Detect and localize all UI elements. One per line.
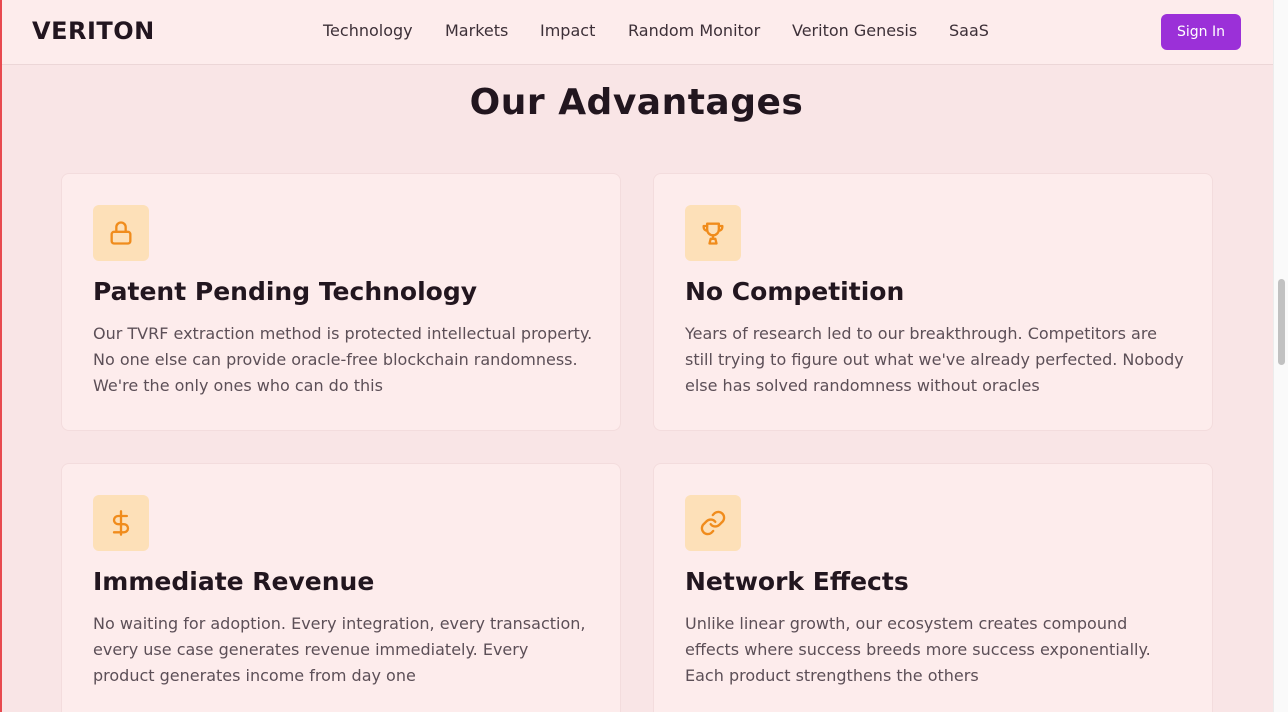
nav-saas[interactable]: SaaS — [949, 21, 989, 40]
card-text: Our TVRF extraction method is protected … — [93, 324, 593, 395]
card-title: Patent Pending Technology — [93, 277, 478, 306]
nav-technology[interactable]: Technology — [323, 21, 413, 40]
link-icon — [685, 495, 741, 551]
sign-in-button[interactable]: Sign In — [1161, 14, 1241, 50]
scrollbar-thumb[interactable] — [1278, 279, 1285, 365]
dollar-icon — [93, 495, 149, 551]
trophy-icon — [685, 205, 741, 261]
advantage-card-patent: Patent Pending Technology Our TVRF extra… — [61, 173, 621, 431]
card-text: Unlike linear growth, our ecosystem crea… — [685, 614, 1151, 685]
card-title: Immediate Revenue — [93, 567, 375, 596]
main-nav: Technology Markets Impact Random Monitor… — [2, 21, 1273, 43]
card-text: Years of research led to our breakthroug… — [685, 324, 1184, 395]
advantage-card-revenue: Immediate Revenue No waiting for adoptio… — [61, 463, 621, 712]
section-title: Our Advantages — [469, 82, 804, 123]
nav-impact[interactable]: Impact — [540, 21, 595, 40]
lock-icon — [93, 205, 149, 261]
nav-random-monitor[interactable]: Random Monitor — [628, 21, 760, 40]
card-text: No waiting for adoption. Every integrati… — [93, 614, 586, 685]
vertical-scrollbar[interactable] — [1273, 0, 1288, 712]
advantage-card-network: Network Effects Unlike linear growth, ou… — [653, 463, 1213, 712]
advantage-card-competition: No Competition Years of research led to … — [653, 173, 1213, 431]
nav-markets[interactable]: Markets — [445, 21, 508, 40]
card-title: Network Effects — [685, 567, 909, 596]
card-title: No Competition — [685, 277, 905, 306]
nav-veriton-genesis[interactable]: Veriton Genesis — [792, 21, 917, 40]
top-navbar: VERITON Technology Markets Impact Random… — [2, 0, 1273, 65]
